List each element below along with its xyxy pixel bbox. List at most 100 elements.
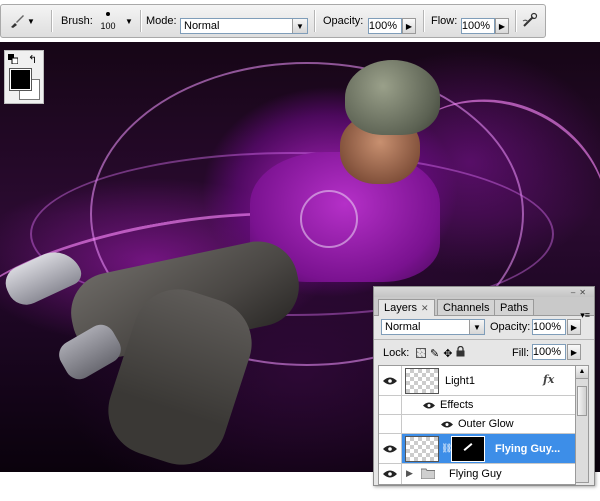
lock-transparency-icon[interactable]	[416, 348, 426, 358]
chevron-down-icon: ▼	[27, 16, 35, 26]
effects-row[interactable]: Effects	[379, 396, 575, 415]
effect-name: Outer Glow	[458, 418, 514, 430]
mode-value: Normal	[184, 20, 220, 32]
color-swatches: ↰	[4, 50, 44, 104]
opacity-slider-button[interactable]: ▶	[402, 18, 416, 34]
fill-slider-button[interactable]: ▶	[567, 344, 581, 360]
flow-label: Flow:	[431, 5, 457, 37]
swap-colors-icon[interactable]: ↰	[28, 53, 37, 66]
tab-label: Layers	[384, 302, 418, 314]
folder-icon	[420, 468, 436, 482]
chevron-right-icon: ▶	[498, 21, 506, 31]
layer-thumbnail	[405, 368, 439, 394]
fill-value: 100%	[532, 346, 561, 358]
shirt-logo	[300, 190, 358, 248]
layer-opacity-input[interactable]: 100%	[532, 319, 566, 335]
opacity-input[interactable]: 100%	[368, 18, 402, 34]
opacity-label-text: Opacity:	[323, 15, 364, 27]
flow-slider-button[interactable]: ▶	[495, 18, 509, 34]
lock-label: Lock:	[383, 347, 410, 359]
lock-buttons: ✎ ✥	[416, 345, 465, 360]
mode-select[interactable]: Normal ▼	[180, 18, 308, 34]
blend-mode-select[interactable]: Normal ▼	[381, 319, 485, 335]
divider	[51, 10, 53, 32]
divider	[515, 10, 517, 32]
layer-opacity-value: 100%	[532, 321, 561, 333]
tool-options-bar: ▼ Brush: 100 ▼ Mode: Normal ▼ Opacity: 1…	[0, 4, 546, 38]
brush-label-text: Brush:	[61, 15, 93, 27]
brush-tool-icon	[9, 13, 25, 29]
eye-icon[interactable]	[423, 400, 435, 412]
visibility-toggle[interactable]	[379, 366, 402, 395]
mode-label: Mode:	[146, 5, 177, 37]
default-colors-icon[interactable]	[8, 54, 19, 65]
layer-list: Light1 fx Effects Outer Glow ⛓ Flying Gu…	[378, 365, 576, 485]
foreground-color-swatch[interactable]	[9, 68, 32, 91]
brush-size: 100	[100, 20, 116, 31]
flow-value: 100%	[461, 20, 490, 32]
opacity-value: 100%	[368, 20, 397, 32]
visibility-toggle-empty[interactable]	[379, 415, 402, 433]
eye-icon[interactable]	[441, 419, 453, 431]
divider	[314, 10, 316, 32]
layer-name[interactable]: Light1	[445, 375, 475, 387]
mode-label-text: Mode:	[146, 15, 177, 27]
visibility-toggle[interactable]	[379, 464, 402, 484]
panel-tabs: Layers ✕ Channels Paths ▾≡	[374, 297, 594, 320]
tab-layers[interactable]: Layers ✕	[378, 299, 435, 316]
scroll-up-icon[interactable]: ▲	[576, 366, 588, 379]
layer-mask-thumbnail[interactable]	[451, 436, 485, 462]
layer-name[interactable]: Flying Guy...	[495, 443, 560, 455]
brush-preview[interactable]: 100	[97, 5, 119, 37]
dancer-helmet	[345, 60, 440, 135]
layer-opacity-label: Opacity:	[490, 321, 531, 333]
lock-all-icon[interactable]	[456, 345, 465, 360]
panel-titlebar[interactable]: –✕	[374, 287, 594, 297]
blend-mode-value: Normal	[385, 321, 421, 333]
fx-icon[interactable]: fx	[543, 373, 554, 386]
group-name[interactable]: Flying Guy	[449, 468, 502, 480]
eye-icon	[383, 377, 397, 384]
layer-thumbnail	[405, 436, 439, 462]
visibility-toggle[interactable]	[379, 434, 402, 463]
divider	[140, 10, 142, 32]
divider	[423, 10, 425, 32]
chevron-down-icon: ▼	[125, 16, 133, 26]
layers-panel: –✕ Layers ✕ Channels Paths ▾≡ Normal ▼ Op…	[373, 286, 595, 486]
effects-label: Effects	[440, 399, 474, 411]
brush-tip-icon	[106, 11, 110, 16]
lock-pixels-brush-icon[interactable]: ✎	[430, 347, 439, 360]
lock-position-move-icon[interactable]: ✥	[443, 347, 452, 360]
layer-group-flying-guy[interactable]: ▶ Flying Guy	[379, 464, 575, 484]
effect-outer-glow-row[interactable]: Outer Glow	[379, 415, 575, 434]
tab-label: Channels	[443, 301, 490, 314]
fill-label: Fill:	[512, 347, 530, 359]
chevron-right-icon: ▶	[570, 322, 578, 332]
chevron-right-icon: ▶	[405, 21, 413, 31]
opacity-label: Opacity:	[323, 5, 363, 37]
visibility-toggle-empty[interactable]	[379, 396, 402, 414]
chevron-right-icon: ▶	[570, 347, 578, 357]
brush-label: Brush:	[61, 5, 93, 37]
layer-list-scrollbar[interactable]: ▲	[575, 365, 589, 483]
close-icon[interactable]: ✕	[421, 303, 429, 314]
brush-dropdown[interactable]: ▼	[123, 5, 133, 37]
eye-icon	[383, 470, 397, 478]
tab-channels[interactable]: Channels	[437, 299, 496, 315]
panel-window-buttons[interactable]: –✕	[571, 288, 590, 297]
layer-row-flying-guy-selected[interactable]: ⛓ Flying Guy...	[379, 434, 575, 464]
eye-icon	[383, 445, 397, 452]
airbrush-toggle[interactable]	[521, 5, 539, 37]
tool-preset-picker[interactable]: ▼	[9, 5, 41, 37]
tab-label: Paths	[500, 301, 529, 314]
flow-label-text: Flow:	[431, 15, 458, 27]
layer-row-light1[interactable]: Light1 fx	[379, 366, 575, 396]
flow-input[interactable]: 100%	[461, 18, 495, 34]
tab-paths[interactable]: Paths	[494, 299, 535, 315]
expand-triangle-icon[interactable]: ▶	[406, 468, 413, 479]
chevron-down-icon: ▼	[469, 320, 484, 334]
panel-menu-icon[interactable]: ▾≡	[580, 310, 590, 321]
scroll-thumb[interactable]	[577, 386, 587, 416]
layer-opacity-slider-button[interactable]: ▶	[567, 319, 581, 335]
fill-input[interactable]: 100%	[532, 344, 566, 360]
